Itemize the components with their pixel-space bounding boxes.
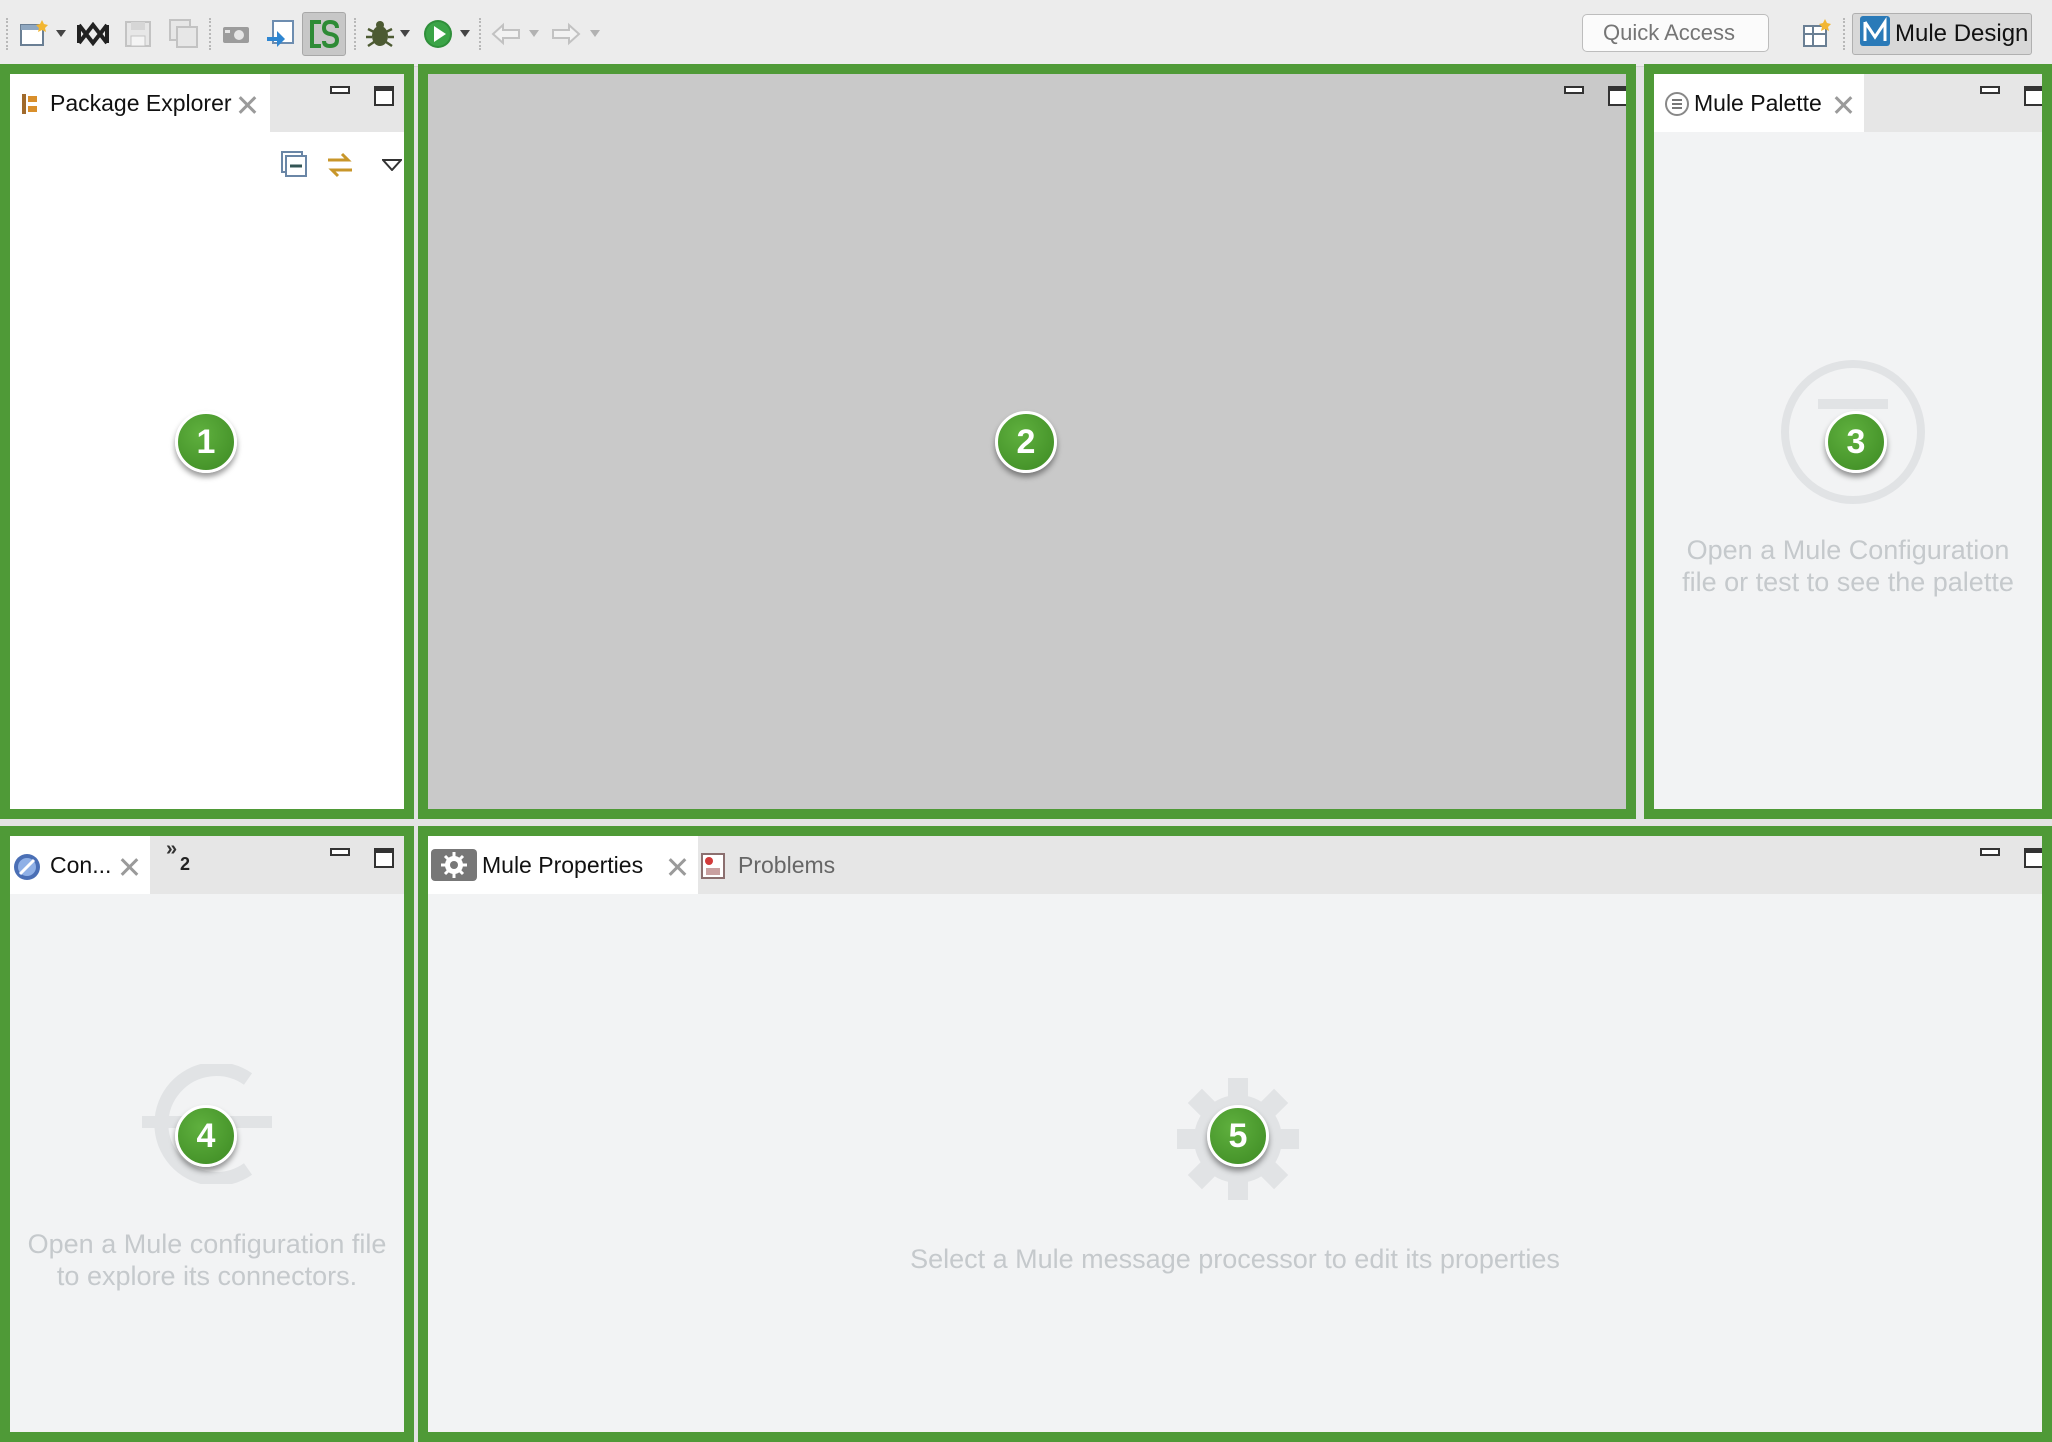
properties-hint: Select a Mule message processor to edit …	[910, 1244, 1560, 1274]
tab-problems[interactable]: Problems	[700, 836, 860, 894]
tab-label: Mule Properties	[482, 852, 644, 878]
camera-icon[interactable]	[216, 14, 256, 54]
mule-design-perspective-button[interactable]: Mule Design	[1852, 13, 2032, 55]
tab-label: Con...	[50, 852, 112, 878]
maximize-icon[interactable]	[2024, 86, 2042, 106]
connectors-hint-line2: to explore its connectors.	[56, 1261, 358, 1291]
minimize-icon[interactable]	[330, 86, 350, 94]
cs-icon[interactable]	[302, 12, 346, 56]
new-wizard-icon[interactable]	[14, 14, 54, 54]
tab-mule-palette[interactable]: Mule Palette	[1654, 74, 1864, 132]
editor-area-panel: 2	[418, 64, 1636, 819]
open-perspective-icon[interactable]	[1797, 14, 1837, 54]
close-icon[interactable]	[120, 858, 138, 876]
overflow-count: 2	[180, 854, 191, 874]
properties-tabbar: Mule Properties Problems	[428, 836, 2042, 894]
mule-design-icon	[1859, 15, 1891, 54]
save-icon	[118, 14, 158, 54]
maximize-icon[interactable]	[374, 86, 394, 106]
tab-label: Package Explorer	[50, 90, 232, 116]
minimize-icon[interactable]	[1980, 86, 2000, 94]
deploy-icon[interactable]	[260, 14, 300, 54]
collapse-all-icon[interactable]	[280, 150, 308, 183]
tab-label: Mule Palette	[1694, 90, 1822, 116]
close-icon[interactable]	[238, 96, 256, 114]
tab-package-explorer[interactable]: Package Explorer	[10, 74, 270, 132]
tab-mule-properties[interactable]: Mule Properties	[428, 836, 698, 894]
minimize-icon[interactable]	[1564, 86, 1584, 94]
package-explorer-icon	[20, 92, 40, 122]
mule-palette-panel: Mule Palette 3 Open a Mule Configuration…	[1644, 64, 2052, 819]
perspective-label: Mule Design	[1895, 20, 2029, 47]
connectors-hint-line1: Open a Mule configuration file	[27, 1229, 387, 1259]
main-toolbar: Mule Design	[0, 0, 2052, 67]
palette-hint-line2: file or test to see the palette	[1682, 567, 2014, 597]
problems-icon	[700, 852, 726, 886]
palette-icon	[1664, 91, 1690, 123]
minimize-icon[interactable]	[1980, 848, 2000, 856]
callout-badge-2: 2	[995, 411, 1057, 473]
mule-properties-panel: Mule Properties Problems 5 Select a Mule…	[418, 826, 2052, 1442]
back-arrow-icon	[486, 14, 526, 54]
view-menu-icon[interactable]	[380, 158, 404, 176]
chevrons-icon: »	[166, 838, 178, 860]
link-with-editor-icon[interactable]	[324, 150, 356, 185]
callout-badge-4: 4	[175, 1105, 237, 1167]
forward-arrow-icon	[546, 14, 586, 54]
mule-logo-icon[interactable]	[73, 14, 113, 54]
callout-badge-3: 3	[1825, 411, 1887, 473]
tab-label: Problems	[738, 852, 836, 878]
connectors-tabbar: Con... » 2	[10, 836, 404, 894]
minimize-icon[interactable]	[330, 848, 350, 856]
debug-icon[interactable]	[360, 14, 400, 54]
callout-badge-1: 1	[175, 411, 237, 473]
close-icon[interactable]	[1834, 96, 1852, 114]
save-all-icon	[164, 14, 204, 54]
palette-hint-line1: Open a Mule Configuration	[1686, 535, 2010, 565]
connectors-panel: Con... » 2 4 Open a Mule configuration f…	[0, 826, 414, 1442]
close-icon[interactable]	[668, 858, 686, 876]
package-explorer-panel: Package Explorer 1	[0, 64, 414, 819]
mule-palette-tabbar: Mule Palette	[1654, 74, 2042, 132]
tab-connectors[interactable]: Con...	[10, 836, 150, 894]
run-icon[interactable]	[418, 14, 458, 54]
maximize-icon[interactable]	[2024, 848, 2042, 868]
tab-overflow-indicator[interactable]: » 2	[166, 838, 206, 878]
maximize-icon[interactable]	[1608, 86, 1626, 106]
maximize-icon[interactable]	[374, 848, 394, 868]
callout-badge-5: 5	[1207, 1105, 1269, 1167]
properties-gear-icon	[430, 848, 478, 888]
quick-access-input[interactable]	[1582, 14, 1769, 52]
connectors-icon	[12, 852, 42, 888]
package-explorer-tabbar: Package Explorer	[10, 74, 404, 132]
